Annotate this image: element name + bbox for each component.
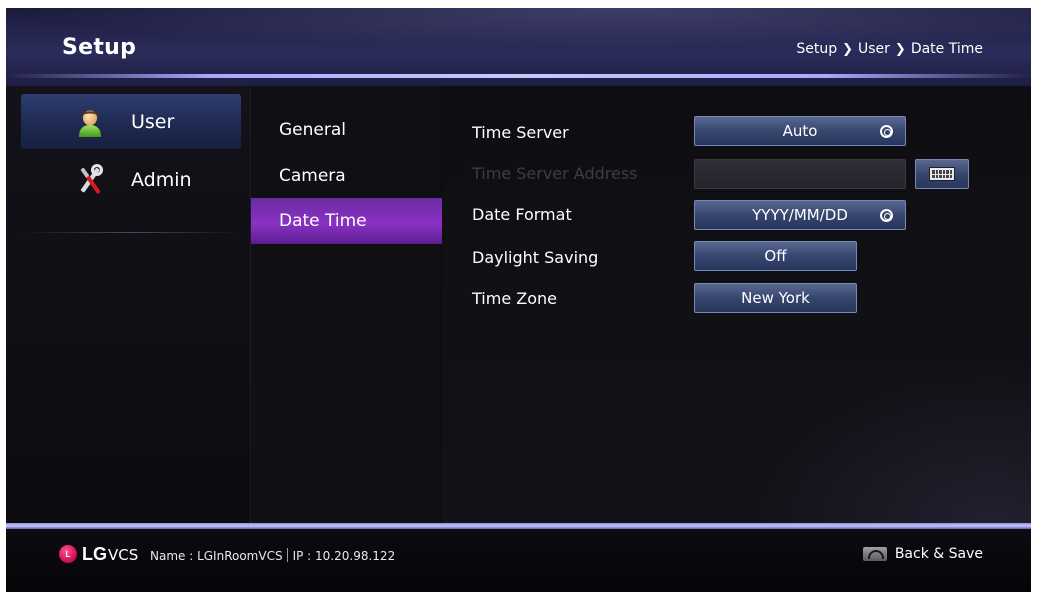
- submenu-item-label: Date Time: [279, 211, 367, 231]
- back-icon: [862, 547, 887, 561]
- nav-item-label: User: [131, 110, 175, 133]
- submenu-item-camera[interactable]: Camera: [251, 153, 442, 199]
- settings-panel: Time Server Auto Time Server Address Dat…: [442, 86, 1031, 523]
- device-ip: IP : 10.20.98.122: [292, 549, 396, 563]
- tools-icon: [80, 163, 103, 194]
- date-format-value: YYYY/MM/DD: [752, 206, 848, 224]
- dropdown-ring-icon: [880, 125, 893, 138]
- time-server-address-input: [694, 159, 906, 189]
- product-name: VCS: [108, 546, 139, 564]
- user-icon: [79, 110, 101, 137]
- breadcrumb-item: User: [857, 41, 890, 57]
- header-bar: Setup Setup ❯ User ❯ Date Time: [6, 8, 1031, 86]
- time-server-select[interactable]: Auto: [694, 116, 906, 146]
- date-format-label: Date Format: [472, 205, 572, 224]
- time-server-address-label: Time Server Address: [472, 164, 638, 183]
- nav-item-admin[interactable]: Admin: [21, 152, 241, 207]
- brand-name: LG: [82, 544, 107, 564]
- keyboard-icon: [929, 167, 955, 181]
- back-save-label: Back & Save: [894, 546, 983, 562]
- breadcrumb: Setup ❯ User ❯ Date Time: [796, 41, 983, 57]
- submenu-item-date-time[interactable]: Date Time: [251, 198, 442, 244]
- setup-screen: Setup Setup ❯ User ❯ Date Time User Admi…: [6, 8, 1031, 592]
- date-format-select[interactable]: YYYY/MM/DD: [694, 200, 906, 230]
- time-zone-value: New York: [741, 289, 810, 307]
- back-save-button[interactable]: Back & Save: [862, 546, 983, 562]
- device-info: Name : LGInRoomVCS IP : 10.20.98.122: [150, 548, 395, 563]
- nav-item-label: Admin: [131, 168, 192, 191]
- category-nav: User Admin: [6, 86, 250, 523]
- nav-divider: [21, 232, 241, 233]
- chevron-right-icon: ❯: [842, 41, 853, 57]
- lg-logo-icon: L: [59, 545, 77, 563]
- daylight-saving-button[interactable]: Off: [694, 241, 857, 271]
- submenu-item-label: General: [279, 120, 346, 140]
- footer-bar: L LG VCS Name : LGInRoomVCS IP : 10.20.98…: [6, 529, 1031, 592]
- submenu-item-label: Camera: [279, 166, 346, 186]
- daylight-saving-value: Off: [764, 247, 787, 265]
- time-server-label: Time Server: [472, 123, 569, 142]
- chevron-right-icon: ❯: [894, 41, 906, 57]
- time-zone-label: Time Zone: [472, 289, 557, 308]
- keyboard-button[interactable]: [915, 159, 969, 189]
- page-title: Setup: [62, 35, 137, 60]
- breadcrumb-item: Date Time: [910, 41, 983, 57]
- time-zone-button[interactable]: New York: [694, 283, 857, 313]
- submenu: General Camera Date Time: [250, 86, 442, 523]
- daylight-saving-label: Daylight Saving: [472, 248, 599, 267]
- nav-item-user[interactable]: User: [21, 94, 241, 149]
- device-name: Name : LGInRoomVCS: [150, 549, 283, 563]
- time-server-value: Auto: [782, 122, 818, 140]
- breadcrumb-item: Setup: [796, 41, 838, 57]
- header-divider: [6, 74, 1031, 78]
- dropdown-ring-icon: [880, 209, 893, 222]
- submenu-item-general[interactable]: General: [251, 107, 442, 153]
